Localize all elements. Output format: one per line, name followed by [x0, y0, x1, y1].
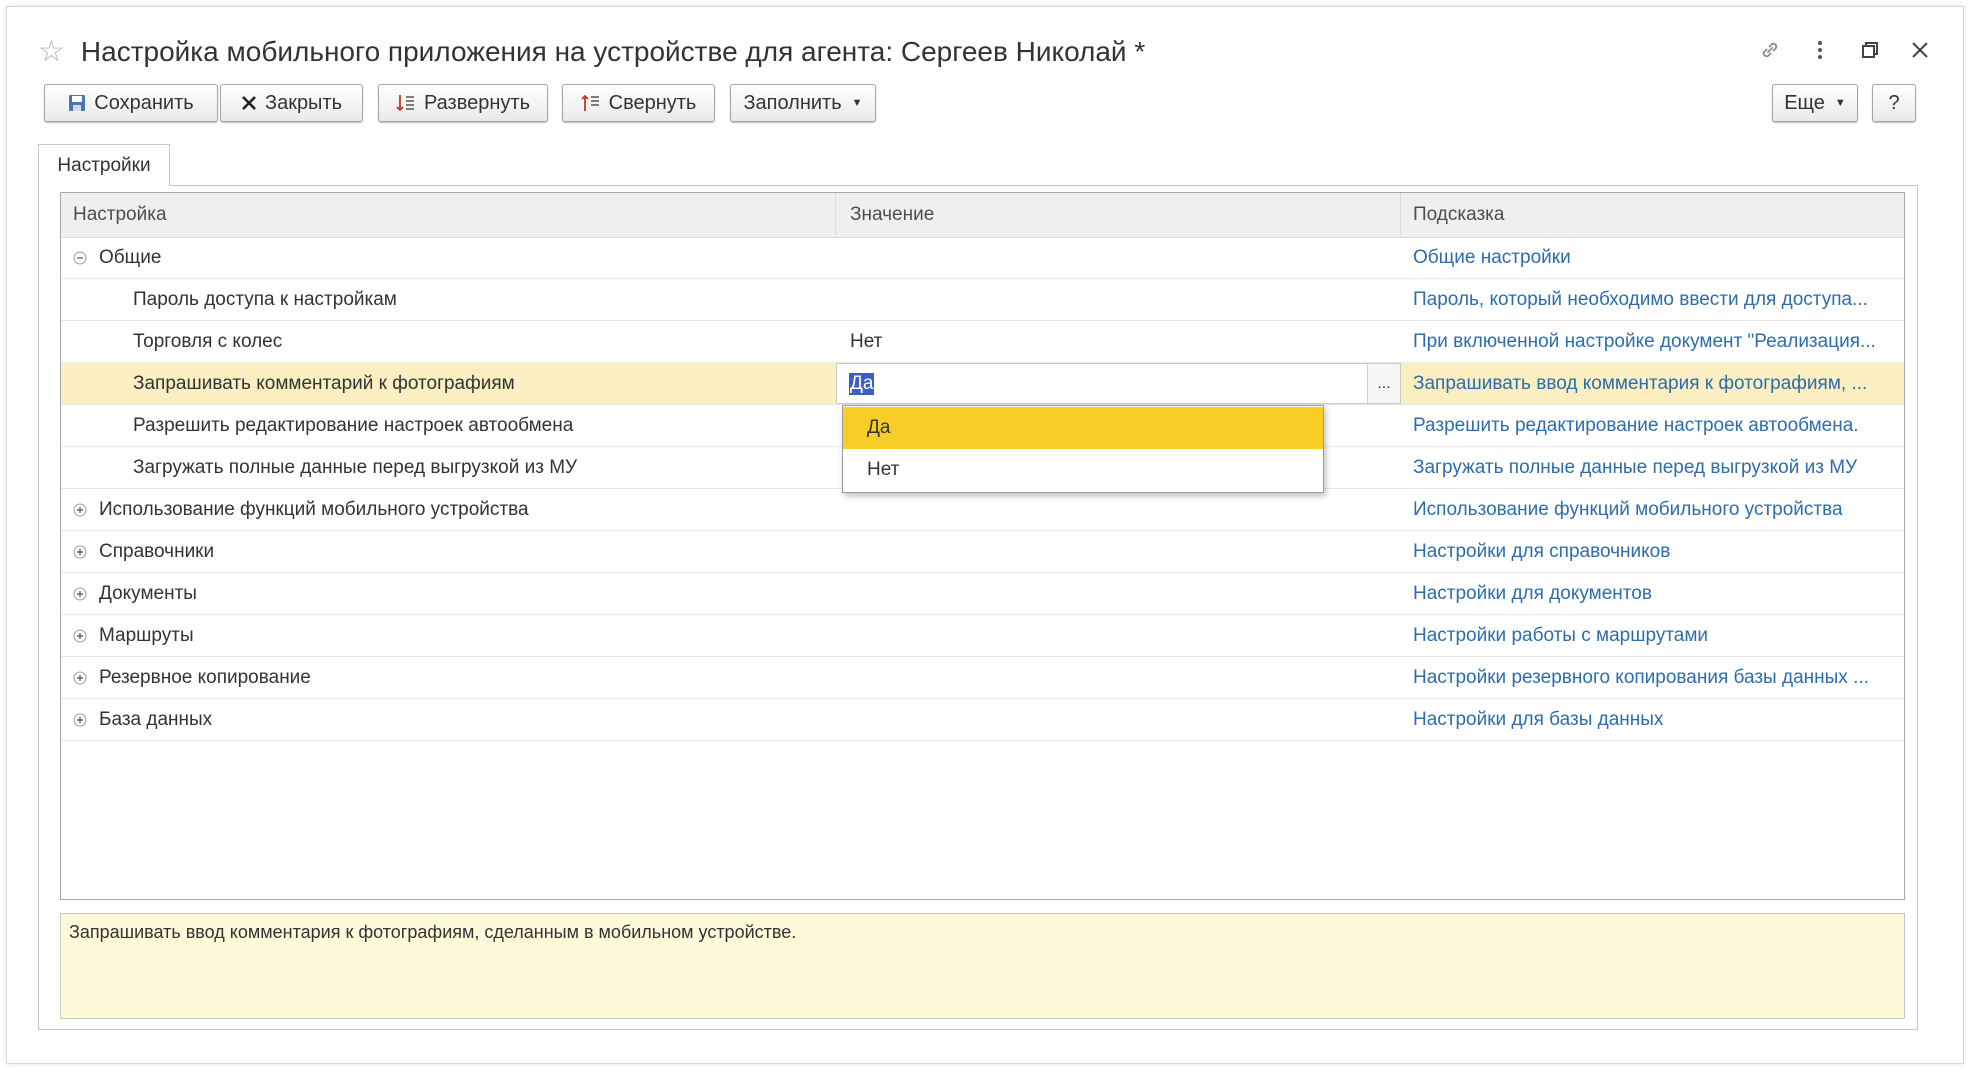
window-title: Настройка мобильного приложения на устро… [80, 36, 1146, 67]
setting-hint: Загружать полные данные перед выгрузкой … [1413, 456, 1858, 478]
hint-box: Запрашивать ввод комментария к фотографи… [60, 913, 1905, 1019]
hint-box-text: Запрашивать ввод комментария к фотографи… [69, 922, 797, 942]
table-row[interactable]: Маршруты Настройки работы с маршрутами [61, 615, 1904, 657]
choice-button[interactable]: ... [1367, 364, 1400, 403]
table-row[interactable]: Пароль доступа к настройкам Пароль, кото… [61, 279, 1904, 321]
expand-button[interactable]: Развернуть [378, 84, 548, 122]
table-row[interactable]: Общие Общие настройки [61, 237, 1904, 279]
table-row[interactable]: Документы Настройки для документов [61, 573, 1904, 615]
setting-value[interactable] [836, 531, 1401, 572]
setting-hint: Разрешить редактирование настроек автооб… [1413, 414, 1859, 436]
setting-hint: Настройки для базы данных [1413, 708, 1664, 730]
dropdown-arrow-icon: ▼ [851, 97, 863, 109]
value-editor-field[interactable]: Да ... [836, 363, 1401, 404]
collapse-icon [581, 94, 599, 111]
setting-hint: Общие настройки [1413, 246, 1571, 268]
setting-hint: Настройки работы с маршрутами [1413, 624, 1709, 646]
setting-hint: Использование функций мобильного устройс… [1413, 498, 1843, 520]
expand-node-icon[interactable] [73, 713, 87, 727]
expand-button-label: Развернуть [423, 91, 530, 114]
help-button-label: ? [1888, 91, 1900, 114]
setting-name: Документы [99, 582, 197, 604]
more-vertical-icon[interactable] [1808, 38, 1832, 62]
restore-window-icon[interactable] [1858, 38, 1882, 62]
setting-hint: Настройки для документов [1413, 582, 1652, 604]
setting-hint: Запрашивать ввод комментария к фотографи… [1413, 372, 1868, 394]
setting-name: Пароль доступа к настройкам [133, 288, 397, 310]
table-row-selected[interactable]: Запрашивать комментарий к фотографиям Да… [61, 363, 1904, 405]
collapse-button-label: Свернуть [608, 91, 697, 114]
expand-node-icon[interactable] [73, 545, 87, 559]
setting-value[interactable] [836, 615, 1401, 656]
table-row[interactable]: Торговля с колес Нет При включенной наст… [61, 321, 1904, 363]
fill-button[interactable]: Заполнить ▼ [730, 84, 876, 122]
expand-node-icon[interactable] [73, 587, 87, 601]
tab-settings[interactable]: Настройки [38, 144, 170, 186]
table-row[interactable]: Справочники Настройки для справочников [61, 531, 1904, 573]
more-button[interactable]: Еще ▼ [1772, 84, 1858, 122]
save-button-label: Сохранить [94, 91, 194, 114]
more-button-label: Еще [1784, 91, 1825, 114]
collapse-node-icon[interactable] [73, 251, 87, 265]
setting-name: База данных [99, 708, 213, 730]
close-button[interactable]: Закрыть [220, 84, 363, 122]
setting-value[interactable] [836, 279, 1401, 320]
toolbar: Сохранить Закрыть Развернуть Свернуть За… [38, 84, 1932, 128]
setting-value[interactable] [836, 657, 1401, 698]
title-bar: ☆ Настройка мобильного приложения на уст… [38, 28, 1145, 76]
dropdown-option-no[interactable]: Нет [843, 449, 1323, 491]
dropdown-option-yes[interactable]: Да [843, 407, 1323, 449]
value-dropdown-list: Да Нет [842, 405, 1324, 493]
tab-settings-label: Настройки [57, 154, 151, 176]
setting-hint: При включенной настройке документ "Реали… [1413, 330, 1876, 352]
close-button-label: Закрыть [264, 91, 343, 114]
grid-header: Настройка Значение Подсказка [61, 193, 1904, 238]
star-icon[interactable]: ☆ [38, 37, 65, 67]
close-x-icon [242, 96, 256, 110]
setting-hint: Пароль, который необходимо ввести для до… [1413, 288, 1868, 310]
table-row[interactable]: База данных Настройки для базы данных [61, 699, 1904, 741]
setting-name: Запрашивать комментарий к фотографиям [133, 372, 515, 394]
window-controls [1758, 38, 1932, 62]
dropdown-arrow-icon: ▼ [1834, 97, 1846, 109]
expand-icon [396, 95, 414, 112]
setting-value[interactable] [836, 237, 1401, 278]
save-icon [69, 95, 86, 111]
setting-name: Справочники [99, 540, 215, 562]
expand-node-icon[interactable] [73, 629, 87, 643]
help-button[interactable]: ? [1872, 84, 1916, 122]
collapse-button[interactable]: Свернуть [562, 84, 715, 122]
column-header-hint[interactable]: Подсказка [1401, 193, 1904, 237]
save-button[interactable]: Сохранить [44, 84, 218, 122]
setting-name: Общие [99, 246, 162, 268]
expand-node-icon[interactable] [73, 503, 87, 517]
setting-name: Маршруты [99, 624, 194, 646]
value-editor-text[interactable]: Да [849, 373, 875, 395]
setting-name: Резервное копирование [99, 666, 311, 688]
setting-value[interactable] [836, 699, 1401, 740]
setting-value[interactable]: Нет [836, 321, 1401, 362]
setting-name: Разрешить редактирование настроек автооб… [133, 414, 574, 436]
setting-value[interactable] [836, 573, 1401, 614]
expand-node-icon[interactable] [73, 671, 87, 685]
column-header-setting[interactable]: Настройка [61, 193, 836, 237]
fill-button-label: Заполнить [743, 91, 842, 114]
settings-grid: Настройка Значение Подсказка Общие Общие… [60, 192, 1905, 900]
setting-hint: Настройки для справочников [1413, 540, 1671, 562]
column-header-value[interactable]: Значение [836, 193, 1401, 237]
table-row[interactable]: Резервное копирование Настройки резервно… [61, 657, 1904, 699]
link-icon[interactable] [1758, 38, 1782, 62]
setting-name: Торговля с колес [133, 330, 283, 352]
close-icon[interactable] [1908, 38, 1932, 62]
table-row[interactable]: Использование функций мобильного устройс… [61, 489, 1904, 531]
setting-name: Загружать полные данные перед выгрузкой … [133, 456, 578, 478]
setting-name: Использование функций мобильного устройс… [99, 498, 529, 520]
setting-hint: Настройки резервного копирования базы да… [1413, 666, 1869, 688]
setting-value[interactable] [836, 489, 1401, 530]
